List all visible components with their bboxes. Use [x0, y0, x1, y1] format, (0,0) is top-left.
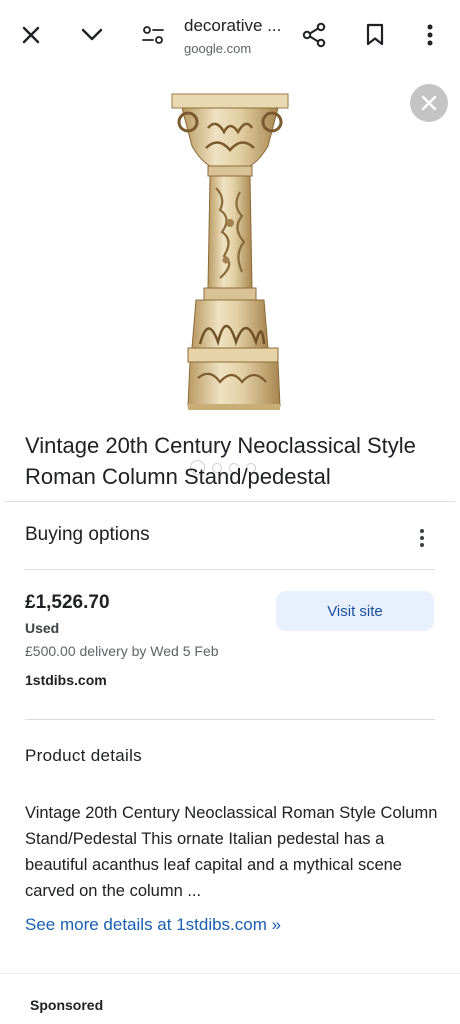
product-image	[171, 93, 289, 410]
price: £1,526.70	[25, 592, 110, 613]
see-more-details-link[interactable]: See more details at 1stdibs.com »	[25, 915, 281, 935]
close-icon	[421, 95, 437, 111]
divider	[5, 501, 455, 502]
divider	[25, 719, 435, 720]
delivery-info: £500.00 delivery by Wed 5 Feb	[25, 643, 219, 659]
site-title[interactable]: decorative ...	[184, 16, 281, 36]
product-image-carousel[interactable]	[0, 72, 460, 475]
divider	[25, 569, 435, 570]
product-description: Vintage 20th Century Neoclassical Roman …	[25, 804, 438, 900]
more-vert-icon[interactable]	[416, 18, 444, 52]
share-icon[interactable]	[300, 18, 328, 52]
product-title: Vintage 20th Century Neoclassical Style …	[25, 433, 416, 489]
divider	[0, 973, 460, 974]
close-icon[interactable]	[17, 18, 45, 52]
top-bar: decorative ... google.com	[0, 0, 460, 72]
bookmark-icon[interactable]	[361, 18, 389, 52]
merchant-name[interactable]: 1stdibs.com	[25, 672, 107, 688]
chevron-down-icon[interactable]	[78, 18, 106, 52]
filter-icon[interactable]	[139, 18, 167, 52]
close-image-button[interactable]	[410, 84, 448, 122]
site-domain: google.com	[184, 41, 252, 56]
condition-label: Used	[25, 620, 60, 636]
product-details-heading: Product details	[25, 746, 142, 765]
sponsored-label: Sponsored	[30, 997, 104, 1013]
more-vert-icon[interactable]	[420, 529, 424, 547]
visit-site-button[interactable]: Visit site	[276, 591, 434, 631]
buying-options-heading: Buying options	[25, 524, 150, 545]
